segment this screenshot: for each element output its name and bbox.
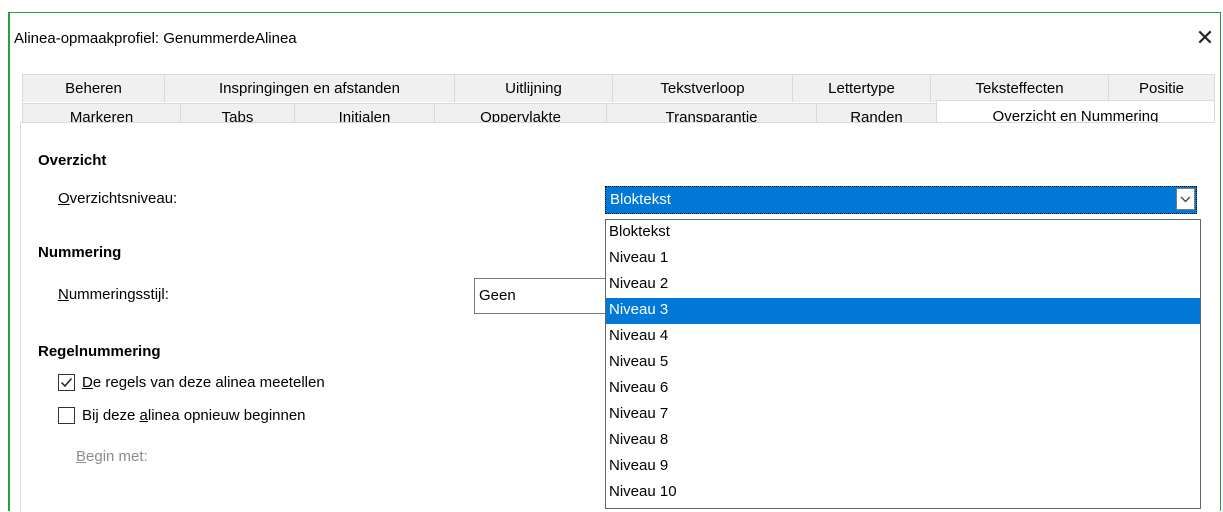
option-niveau-1[interactable]: Niveau 1: [606, 246, 1200, 272]
overzichtsniveau-label-text: verzichtsniveau:: [69, 190, 178, 207]
tab-beheren[interactable]: Beheren: [22, 74, 164, 102]
overzichtsniveau-dropdown-list: Bloktekst Niveau 1 Niveau 2 Niveau 3 Niv…: [605, 219, 1201, 509]
count-lines-label-text: e regels van deze alinea meetellen: [92, 374, 325, 391]
option-niveau-2[interactable]: Niveau 2: [606, 272, 1200, 298]
option-niveau-3[interactable]: Niveau 3: [606, 298, 1200, 324]
mnemonic-n: N: [58, 286, 69, 303]
section-nummering-heading: Nummering: [38, 244, 122, 261]
option-niveau-8[interactable]: Niveau 8: [606, 428, 1200, 454]
dialog-title: Alinea-opmaakprofiel: GenummerdeAlinea: [14, 30, 297, 47]
restart-label-before: Bij deze: [82, 407, 140, 424]
overzichtsniveau-value: Bloktekst: [610, 191, 671, 208]
tab-tekstverloop[interactable]: Tekstverloop: [612, 74, 792, 102]
tab-positie[interactable]: Positie: [1108, 74, 1215, 102]
tab-uitlijning[interactable]: Uitlijning: [454, 74, 612, 102]
restart-numbering-checkbox[interactable]: [58, 407, 75, 424]
section-regelnummering-heading: Regelnummering: [38, 343, 161, 360]
option-bloktekst[interactable]: Bloktekst: [606, 220, 1200, 246]
overzichtsniveau-select[interactable]: Bloktekst: [605, 186, 1197, 214]
begin-met-label-text: egin met:: [86, 448, 148, 465]
tab-teksteffecten[interactable]: Teksteffecten: [930, 74, 1108, 102]
nummeringsstijl-label: Nummeringsstijl:: [58, 286, 169, 303]
mnemonic-b: B: [76, 448, 87, 465]
mnemonic-a: a: [139, 407, 148, 424]
tab-inspringingen[interactable]: Inspringingen en afstanden: [164, 74, 454, 102]
nummeringsstijl-value: Geen: [479, 287, 516, 304]
option-niveau-9[interactable]: Niveau 9: [606, 454, 1200, 480]
checkmark-icon: [60, 378, 73, 388]
chevron-down-icon[interactable]: [1176, 188, 1195, 210]
section-overzicht-heading: Overzicht: [38, 152, 107, 169]
restart-numbering-label[interactable]: Bij deze alinea opnieuw beginnen: [82, 407, 306, 424]
restart-label-after: linea opnieuw beginnen: [147, 407, 306, 424]
nummeringsstijl-select[interactable]: Geen: [474, 278, 614, 314]
begin-met-label: Begin met:: [76, 448, 148, 465]
mnemonic-d: D: [82, 374, 93, 391]
close-icon[interactable]: ✕: [1192, 25, 1218, 51]
nummeringsstijl-label-text: ummeringsstijl:: [68, 286, 169, 303]
title-bar: Alinea-opmaakprofiel: GenummerdeAlinea ✕: [10, 13, 1220, 63]
option-niveau-6[interactable]: Niveau 6: [606, 376, 1200, 402]
count-lines-checkbox[interactable]: [58, 374, 75, 391]
tab-lettertype[interactable]: Lettertype: [792, 74, 930, 102]
overzichtsniveau-label: Overzichtsniveau:: [58, 190, 177, 207]
option-niveau-5[interactable]: Niveau 5: [606, 350, 1200, 376]
option-niveau-4[interactable]: Niveau 4: [606, 324, 1200, 350]
count-lines-label[interactable]: De regels van deze alinea meetellen: [82, 374, 325, 391]
mnemonic-o: O: [58, 190, 70, 207]
option-niveau-7[interactable]: Niveau 7: [606, 402, 1200, 428]
option-niveau-10[interactable]: Niveau 10: [606, 480, 1200, 506]
